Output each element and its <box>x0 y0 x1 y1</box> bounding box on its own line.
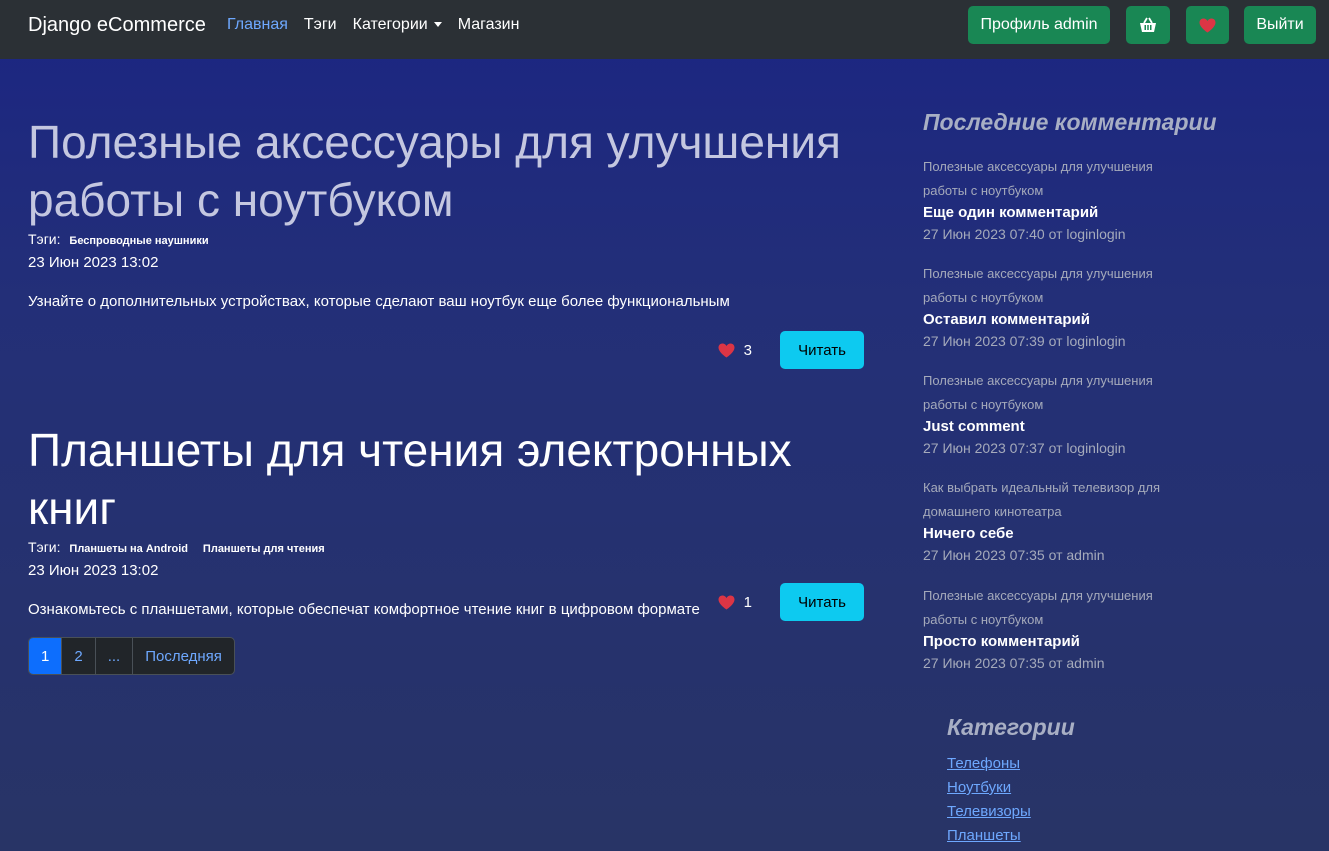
read-button[interactable]: Читать <box>780 583 864 621</box>
category-link-phones[interactable]: Телефоны <box>947 752 1031 776</box>
comment-meta: 27 Июн 2023 07:37 от loginlogin <box>923 440 1126 456</box>
tags-label: Тэги: <box>28 231 61 247</box>
like-button[interactable]: 1 <box>718 594 752 611</box>
categories-title: Категории <box>947 714 1075 740</box>
like-button[interactable]: 3 <box>718 342 752 359</box>
logout-button[interactable]: Выйти <box>1244 6 1316 44</box>
read-button[interactable]: Читать <box>780 331 864 369</box>
post-title[interactable]: Планшеты для чтения электронных книг <box>28 421 864 537</box>
post-tags: Тэги: Планшеты на Android Планшеты для ч… <box>28 539 864 555</box>
comment-meta: 27 Июн 2023 07:39 от loginlogin <box>923 333 1126 349</box>
post-card: Полезные аксессуары для улучшения работы… <box>28 113 864 310</box>
tag-link[interactable]: Беспроводные наушники <box>69 235 208 247</box>
category-link-tvs[interactable]: Телевизоры <box>947 800 1031 824</box>
basket-icon <box>1140 17 1156 32</box>
nav-link-tags[interactable]: Тэги <box>304 16 337 34</box>
heart-icon <box>718 343 735 357</box>
post-actions: 3 Читать <box>718 331 864 369</box>
recent-comments-title: Последние комментарии <box>923 109 1217 135</box>
page-link-1[interactable]: 1 <box>29 638 63 674</box>
comment-text: Оставил комментарий <box>923 311 1090 328</box>
post-title[interactable]: Полезные аксессуары для улучшения работы… <box>28 113 864 229</box>
post-date: 23 Июн 2023 13:02 <box>28 562 159 579</box>
comment-text: Еще один комментарий <box>923 204 1099 221</box>
like-count: 3 <box>743 341 752 359</box>
navbar: Django eCommerce Главная Тэги Категории … <box>0 0 1329 59</box>
comment-post-link[interactable]: Полезные аксессуары для улучшения работы… <box>923 262 1183 310</box>
comment-item: Полезные аксессуары для улучшения работы… <box>923 262 1183 352</box>
cart-button[interactable] <box>1126 6 1170 44</box>
nav-link-home[interactable]: Главная <box>227 16 288 34</box>
post-excerpt: Узнайте о дополнительных устройствах, ко… <box>28 293 730 310</box>
comment-meta: 27 Июн 2023 07:35 от admin <box>923 547 1105 563</box>
category-link-tablets[interactable]: Планшеты <box>947 824 1031 848</box>
page-link-2[interactable]: 2 <box>62 638 96 674</box>
caret-down-icon <box>433 22 442 28</box>
favorites-button[interactable] <box>1186 6 1229 44</box>
comment-meta: 27 Июн 2023 07:35 от admin <box>923 655 1105 671</box>
comment-item: Полезные аксессуары для улучшения работы… <box>923 369 1183 459</box>
comment-meta: 27 Июн 2023 07:40 от loginlogin <box>923 226 1126 242</box>
brand-link[interactable]: Django eCommerce <box>28 14 206 37</box>
tag-link[interactable]: Планшеты на Android <box>69 543 188 555</box>
heart-icon <box>1199 18 1216 32</box>
comment-post-link[interactable]: Полезные аксессуары для улучшения работы… <box>923 369 1183 417</box>
page-ellipsis[interactable]: ... <box>96 638 134 674</box>
comment-post-link[interactable]: Полезные аксессуары для улучшения работы… <box>923 155 1183 203</box>
pagination: 1 2 ... Последняя <box>28 637 235 675</box>
categories-list: Телефоны Ноутбуки Телевизоры Планшеты <box>947 752 1031 848</box>
comment-post-link[interactable]: Как выбрать идеальный телевизор для дома… <box>923 476 1183 524</box>
comment-item: Как выбрать идеальный телевизор для дома… <box>923 476 1183 566</box>
tags-label: Тэги: <box>28 539 61 555</box>
nav-links: Главная Тэги Категории Магазин <box>227 16 535 34</box>
comment-text: Ничего себе <box>923 525 1014 542</box>
comment-item: Полезные аксессуары для улучшения работы… <box>923 584 1183 674</box>
like-count: 1 <box>743 593 752 611</box>
nav-link-shop[interactable]: Магазин <box>458 16 520 34</box>
tag-link[interactable]: Планшеты для чтения <box>203 543 325 555</box>
comment-text: Просто комментарий <box>923 633 1080 650</box>
heart-icon <box>718 595 735 609</box>
category-link-laptops[interactable]: Ноутбуки <box>947 776 1031 800</box>
nav-link-categories-label: Категории <box>352 16 428 33</box>
profile-button[interactable]: Профиль admin <box>968 6 1110 44</box>
post-actions: 1 Читать <box>718 583 864 621</box>
comment-post-link[interactable]: Полезные аксессуары для улучшения работы… <box>923 584 1183 632</box>
comment-text: Just comment <box>923 418 1025 435</box>
page-link-last[interactable]: Последняя <box>133 638 234 674</box>
nav-link-categories-dropdown[interactable]: Категории <box>353 16 442 34</box>
post-tags: Тэги: Беспроводные наушники <box>28 231 864 247</box>
post-date: 23 Июн 2023 13:02 <box>28 254 159 271</box>
comment-item: Полезные аксессуары для улучшения работы… <box>923 155 1183 245</box>
